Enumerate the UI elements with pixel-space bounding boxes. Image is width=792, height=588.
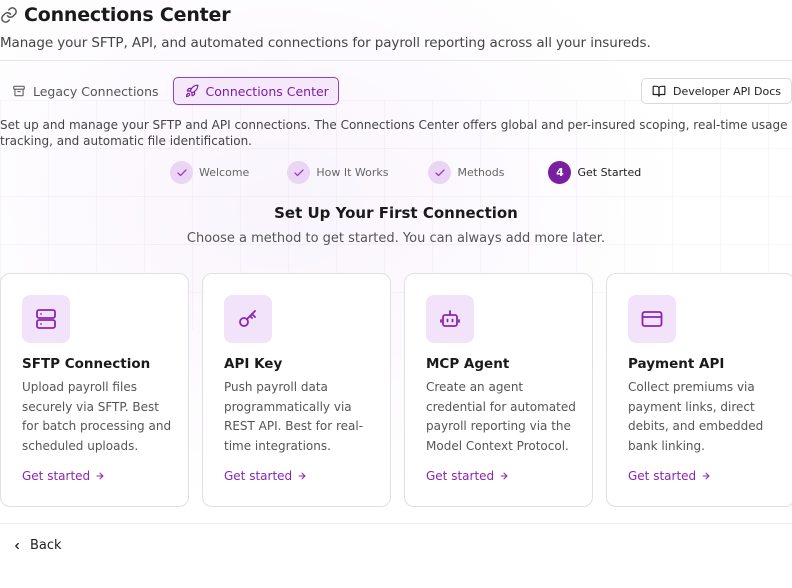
rocket-icon (185, 84, 198, 98)
arrow-right-icon (96, 472, 104, 480)
step-how-it-works[interactable]: How It Works (287, 161, 388, 184)
step-label: How It Works (316, 166, 389, 179)
developer-api-docs-button[interactable]: Developer API Docs (641, 78, 792, 104)
tab-bar: Legacy Connections Connections Center (0, 77, 339, 105)
connection-methods: SFTP Connection Upload payroll files sec… (0, 273, 792, 507)
card-api-key[interactable]: API Key Push payroll data programmatical… (202, 273, 391, 507)
archive-icon (13, 85, 25, 97)
check-icon (287, 161, 311, 184)
link-icon (0, 6, 18, 24)
tab-connections-center[interactable]: Connections Center (172, 77, 339, 105)
get-started-link[interactable]: Get started (426, 469, 509, 483)
step-label: Welcome (199, 166, 250, 179)
page-subtitle: Manage your SFTP, API, and automated con… (0, 35, 651, 51)
page-title: Connections Center (24, 4, 231, 26)
arrow-right-icon (500, 472, 508, 480)
section-subtitle: Choose a method to get started. You can … (186, 231, 606, 246)
chevron-left-icon (15, 542, 19, 549)
section-title: Set Up Your First Connection (274, 204, 518, 222)
check-icon (428, 161, 452, 184)
back-button[interactable]: Back (12, 538, 62, 553)
card-title: SFTP Connection (22, 356, 151, 372)
server-icon (22, 295, 70, 343)
card-payment-api[interactable]: Payment API Collect premiums via payment… (606, 273, 792, 507)
tab-legacy-connections[interactable]: Legacy Connections (0, 77, 169, 105)
link-label: Get started (224, 469, 293, 483)
docs-button-label: Developer API Docs (673, 84, 781, 98)
key-icon (224, 295, 272, 343)
header-divider (0, 60, 792, 61)
footer-divider (0, 523, 792, 524)
get-started-link[interactable]: Get started (224, 469, 307, 483)
step-welcome[interactable]: Welcome (170, 161, 249, 184)
card-description: Create an agent credential for automated… (426, 380, 576, 453)
card-sftp-connection[interactable]: SFTP Connection Upload payroll files sec… (0, 273, 189, 507)
bot-icon (426, 295, 474, 343)
progress-stepper: Welcome How It Works Methods 4 Get Start… (170, 161, 641, 184)
tab-label: Connections Center (205, 83, 329, 99)
link-label: Get started (628, 469, 697, 483)
step-get-started[interactable]: 4 Get Started (548, 161, 641, 184)
tab-label: Legacy Connections (33, 83, 159, 99)
card-title: MCP Agent (426, 356, 510, 372)
book-icon (652, 85, 666, 97)
card-title: API Key (224, 356, 283, 372)
title-row: Connections Center (0, 4, 792, 26)
arrow-right-icon (702, 472, 710, 480)
intro-text: Set up and manage your SFTP and API conn… (0, 118, 788, 148)
check-icon (170, 161, 193, 184)
arrow-right-icon (298, 472, 306, 480)
step-label: Get Started (577, 166, 642, 179)
credit-card-icon (628, 295, 676, 343)
link-label: Get started (426, 469, 495, 483)
card-mcp-agent[interactable]: MCP Agent Create an agent credential for… (404, 273, 593, 507)
step-methods[interactable]: Methods (428, 161, 504, 184)
link-label: Get started (22, 469, 91, 483)
step-number: 4 (548, 161, 572, 184)
card-description: Push payroll data programmatically via R… (224, 380, 364, 453)
get-started-link[interactable]: Get started (628, 469, 711, 483)
card-description: Upload payroll files securely via SFTP. … (22, 380, 172, 453)
get-started-link[interactable]: Get started (22, 469, 105, 483)
step-label: Methods (457, 166, 505, 179)
back-button-label: Back (30, 538, 62, 553)
card-title: Payment API (628, 356, 725, 372)
page-header: Connections Center Manage your SFTP, API… (0, 4, 792, 51)
card-description: Collect premiums via payment links, dire… (628, 380, 764, 453)
